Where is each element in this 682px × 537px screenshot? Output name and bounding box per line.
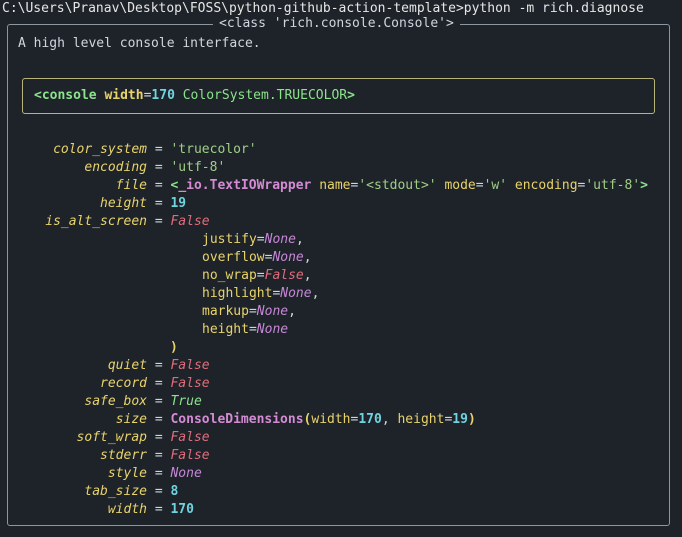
attr-value-width: 170 xyxy=(170,502,194,517)
attr-value-record: False xyxy=(170,376,210,391)
attr-key-color-system: color_system xyxy=(53,142,147,157)
repr-close: > xyxy=(347,88,355,103)
attr-row-quiet: = False xyxy=(147,358,210,373)
attr-row-width: = 170 xyxy=(147,502,194,517)
attr-row-is-alt-screen: = False xyxy=(147,214,210,229)
option-row: markup=None, xyxy=(202,304,296,319)
attr-value-quiet: False xyxy=(170,358,210,373)
attr-key-height: height xyxy=(100,196,147,211)
attr-row-encoding: = 'utf-8' xyxy=(147,160,226,175)
attr-value-color-system: 'truecolor' xyxy=(170,142,257,157)
repr-open: <console xyxy=(34,88,97,103)
attr-row-style: = None xyxy=(147,466,202,481)
attr-row-file: = <_io.TextIOWrapper name='<stdout>' mod… xyxy=(147,178,648,193)
attr-value-tab-size: 8 xyxy=(170,484,179,499)
attr-row-size: = ConsoleDimensions(width=170, height=19… xyxy=(147,412,476,427)
attr-key-stderr: stderr xyxy=(100,448,147,463)
attr-row-safe-box: = True xyxy=(147,394,202,409)
console-repr: <console width=170 ColorSystem.TRUECOLOR… xyxy=(34,88,355,103)
prompt-path: C:\Users\Pranav\Desktop\FOSS\python-gith… xyxy=(2,1,464,16)
repr-colorsystem: ColorSystem.TRUECOLOR xyxy=(182,88,348,103)
attr-key-size: size xyxy=(115,412,147,427)
attr-value-soft-wrap: False xyxy=(170,430,210,445)
prompt-command: python -m rich.diagnose xyxy=(463,1,644,16)
attr-key-is-alt-screen: is_alt_screen xyxy=(45,214,147,229)
option-row: overflow=None, xyxy=(202,250,312,265)
attr-value-is-alt-screen: False xyxy=(170,214,210,229)
attr-value-height: 19 xyxy=(170,196,187,211)
option-row: highlight=None, xyxy=(202,286,320,301)
attr-row-height: = 19 xyxy=(147,196,187,211)
attr-key-tab-size: tab_size xyxy=(84,484,147,499)
attr-value-stderr: False xyxy=(170,448,210,463)
attr-size-class: ConsoleDimensions xyxy=(170,412,304,427)
attr-key-record: record xyxy=(100,376,147,391)
attr-key-width: width xyxy=(107,502,147,517)
panel-title: <class 'rich.console.Console'> xyxy=(213,15,460,33)
repr-width-value: 170 xyxy=(151,88,175,103)
options-close-paren: ) xyxy=(170,340,178,355)
attr-row-tab-size: = 8 xyxy=(147,484,179,499)
attr-key-safe-box: safe_box xyxy=(84,394,147,409)
attr-value-safe-box: True xyxy=(170,394,202,409)
attr-row-color-system: = 'truecolor' xyxy=(147,142,257,157)
option-row: justify=None, xyxy=(202,232,304,247)
repr-width-key: width xyxy=(104,88,144,103)
attr-key-encoding: encoding xyxy=(84,160,147,175)
attr-key-soft-wrap: soft_wrap xyxy=(76,430,147,445)
option-row: no_wrap=False, xyxy=(202,268,312,283)
panel-description: A high level console interface. xyxy=(18,36,261,51)
option-row: height=None xyxy=(202,322,289,337)
attr-row-soft-wrap: = False xyxy=(147,430,210,445)
attr-key-style: style xyxy=(107,466,147,481)
attr-key-file: file xyxy=(115,178,147,193)
attr-file-class: _io.TextIOWrapper xyxy=(178,178,312,193)
attr-key-quiet: quiet xyxy=(107,358,147,373)
attr-value-style: None xyxy=(170,466,202,481)
attr-row-stderr: = False xyxy=(147,448,210,463)
attr-row-record: = False xyxy=(147,376,210,391)
attr-value-encoding: 'utf-8' xyxy=(170,160,226,175)
